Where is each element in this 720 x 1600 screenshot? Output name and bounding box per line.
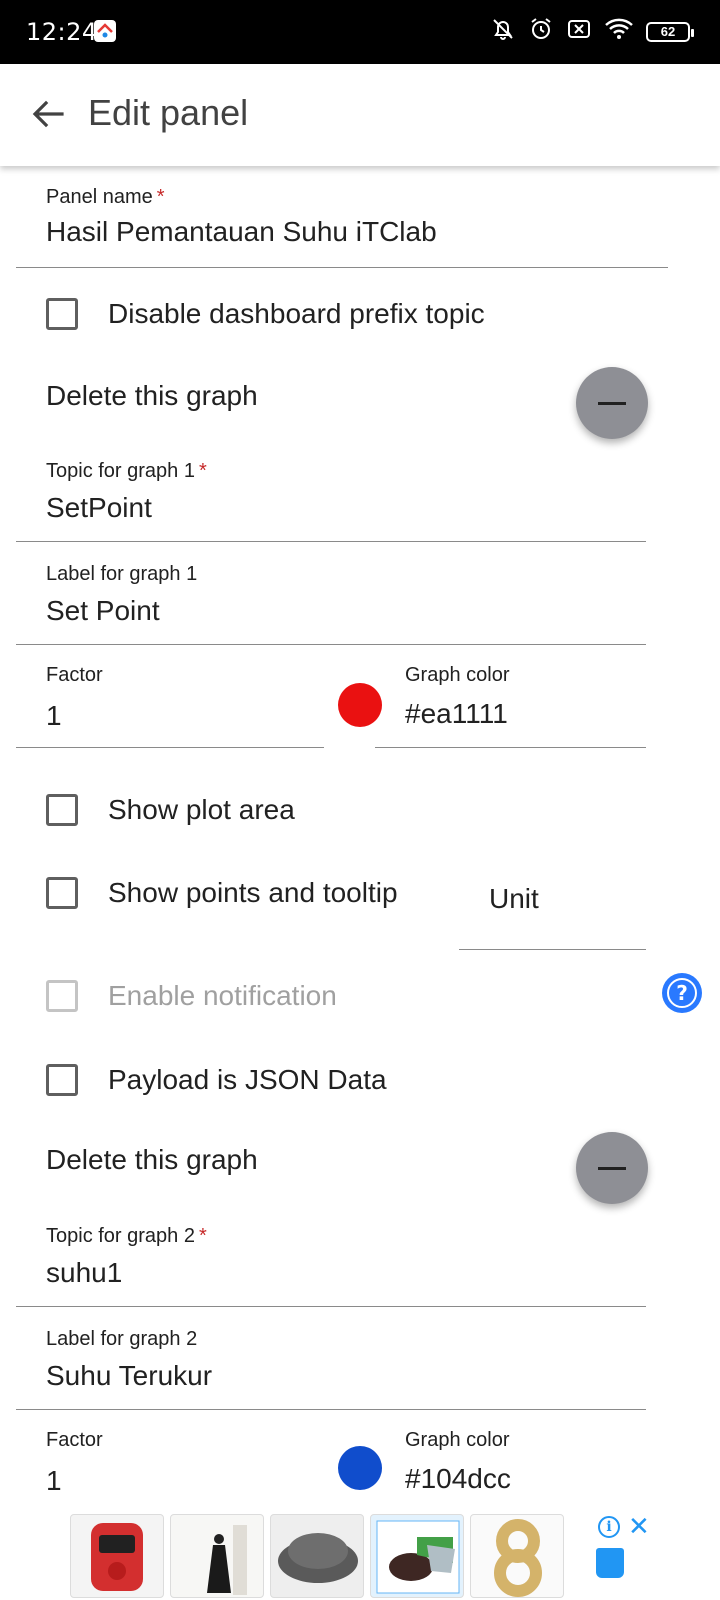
panel-name-value: Hasil Pemantauan Suhu iTClab: [46, 216, 437, 247]
disable-prefix-label: Disable dashboard prefix topic: [108, 298, 485, 329]
close-icon[interactable]: ✕: [628, 1512, 650, 1542]
label-graph-2-label: Label for graph 2: [46, 1328, 198, 1350]
enable-notification-row: Enable notification: [46, 980, 337, 1012]
sim-off-icon: [566, 16, 592, 47]
shopping-bag-icon[interactable]: [596, 1548, 624, 1578]
topic-graph-2-field[interactable]: Topic for graph 2 * suhu1: [16, 1205, 646, 1307]
label-graph-1-field[interactable]: Label for graph 1 Set Point: [16, 543, 646, 645]
show-points-checkbox[interactable]: [46, 877, 78, 909]
status-bar: 12:24 62: [0, 0, 720, 64]
delete-graph-1-label: Delete this graph: [46, 380, 258, 411]
topic-graph-2-label: Topic for graph 2 *: [46, 1225, 207, 1247]
app-bar: Edit panel: [0, 64, 720, 166]
ad-product-balloon[interactable]: [470, 1514, 564, 1598]
delete-graph-1-button[interactable]: [576, 367, 648, 439]
graph-color-1-field[interactable]: Graph color #ea1111: [375, 646, 646, 748]
info-icon[interactable]: i: [598, 1516, 620, 1538]
factor-graph-1-field[interactable]: Factor 1: [16, 646, 324, 748]
topic-graph-1-field[interactable]: Topic for graph 1 * SetPoint: [16, 440, 646, 542]
status-icons: 62: [490, 16, 694, 47]
bell-off-icon: [490, 16, 516, 47]
graph-color-1-label: Graph color: [405, 664, 510, 686]
factor-graph-2-label: Factor: [46, 1429, 103, 1451]
topic-graph-2-value: suhu1: [46, 1257, 123, 1288]
label-graph-2-value: Suhu Terukur: [46, 1360, 213, 1391]
factor-graph-1-value: 1: [46, 700, 62, 731]
graph-color-1-value: #ea1111: [405, 698, 508, 729]
factor-graph-1-label: Factor: [46, 664, 103, 686]
enable-notification-label: Enable notification: [108, 980, 337, 1011]
enable-notification-checkbox: [46, 980, 78, 1012]
help-button[interactable]: ?: [662, 973, 702, 1013]
status-time: 12:24: [26, 18, 98, 46]
ad-product-dress[interactable]: [170, 1514, 264, 1598]
graph-color-2-value: #104dcc: [405, 1463, 511, 1494]
payload-json-row[interactable]: Payload is JSON Data: [46, 1064, 387, 1096]
show-plot-area-label: Show plot area: [108, 794, 295, 825]
question-icon: ?: [667, 978, 697, 1008]
label-graph-2-field[interactable]: Label for graph 2 Suhu Terukur: [16, 1308, 646, 1410]
label-graph-1-value: Set Point: [46, 595, 160, 626]
panel-name-label: Panel name *: [46, 186, 165, 208]
label-graph-1-label: Label for graph 1: [46, 563, 198, 585]
minus-icon: [598, 401, 626, 405]
topic-graph-1-label: Topic for graph 1 *: [46, 460, 207, 482]
delete-graph-2-label: Delete this graph: [46, 1144, 258, 1175]
show-points-label: Show points and tooltip: [108, 877, 398, 908]
minus-icon: [598, 1166, 626, 1170]
battery-icon: 62: [646, 21, 694, 42]
wifi-icon: [604, 16, 634, 47]
graph-color-2-label: Graph color: [405, 1429, 510, 1451]
arrow-left-icon: [32, 100, 64, 128]
payload-json-label: Payload is JSON Data: [108, 1064, 387, 1095]
topic-graph-1-value: SetPoint: [46, 492, 152, 523]
graph-color-2-field[interactable]: Graph color #104dcc: [375, 1411, 646, 1511]
delete-graph-2-button[interactable]: [576, 1132, 648, 1204]
disable-prefix-checkbox-row[interactable]: Disable dashboard prefix topic: [46, 298, 485, 330]
ad-product-counter[interactable]: [70, 1514, 164, 1598]
page-title: Edit panel: [88, 92, 249, 133]
ad-banner[interactable]: i ✕: [0, 1508, 720, 1600]
show-points-row[interactable]: Show points and tooltip: [46, 877, 398, 909]
factor-graph-2-field[interactable]: Factor 1: [16, 1411, 324, 1511]
payload-json-checkbox[interactable]: [46, 1064, 78, 1096]
ad-product-containers[interactable]: [370, 1514, 464, 1598]
factor-graph-2-value: 1: [46, 1465, 62, 1496]
alarm-icon: [528, 16, 554, 47]
ad-product-cap[interactable]: [270, 1514, 364, 1598]
panel-name-field[interactable]: Panel name * Hasil Pemantauan Suhu iTClab: [16, 166, 668, 268]
unit-placeholder: Unit: [489, 883, 539, 914]
disable-prefix-checkbox[interactable]: [46, 298, 78, 330]
unit-field[interactable]: Unit: [459, 860, 646, 950]
app-notification-icon: [94, 20, 116, 42]
show-plot-area-row[interactable]: Show plot area: [46, 794, 295, 826]
back-button[interactable]: [26, 92, 70, 136]
show-plot-area-checkbox[interactable]: [46, 794, 78, 826]
